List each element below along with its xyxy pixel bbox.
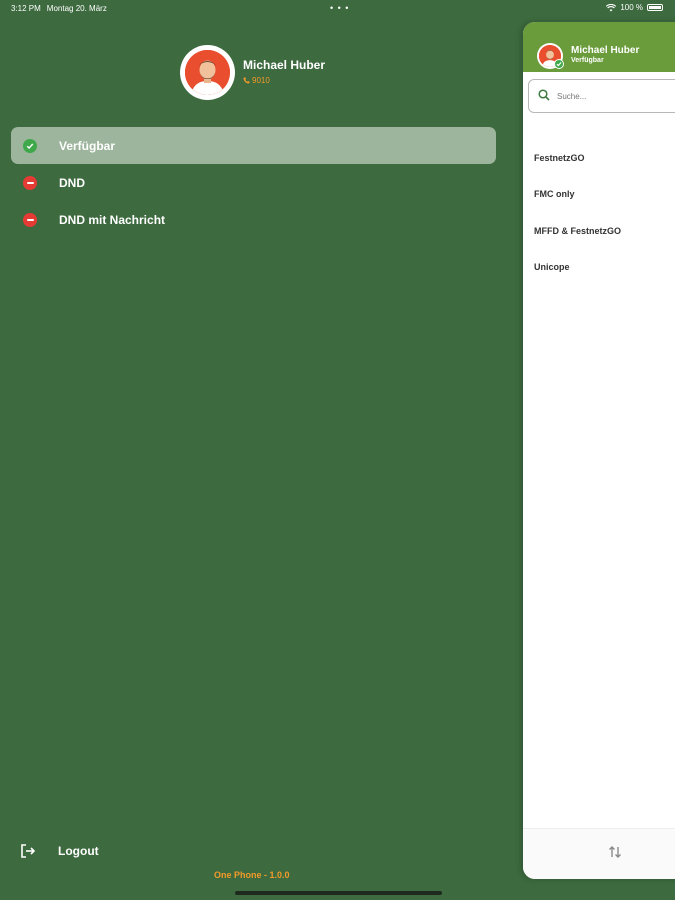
wifi-icon (606, 3, 617, 11)
logout-button[interactable]: Logout (20, 842, 99, 860)
status-time: 3:12 PM (11, 4, 41, 13)
list-item[interactable]: MFFD & FestnetzGO (534, 226, 621, 236)
list-item[interactable]: FMC only (534, 189, 575, 199)
avatar-illustration (185, 50, 230, 95)
minus-circle-icon (23, 212, 37, 227)
status-bar: 3:12 PM Montag 20. März • • • 100 % (0, 0, 675, 18)
search-input[interactable] (557, 88, 675, 104)
multitask-dots[interactable]: • • • (330, 3, 349, 13)
status-option-label: Verfügbar (59, 138, 116, 153)
home-indicator[interactable] (235, 891, 442, 895)
status-option-dnd[interactable]: DND (11, 164, 496, 201)
panel-user-name: Michael Huber (571, 45, 640, 56)
status-bar-right: 100 % (606, 3, 663, 12)
panel-footer (523, 828, 675, 879)
check-circle-icon (23, 138, 37, 153)
app-version: One Phone - 1.0.0 (214, 870, 290, 880)
battery-icon (647, 4, 663, 11)
status-option-label: DND mit Nachricht (59, 212, 166, 227)
sort-icon[interactable] (608, 845, 622, 859)
status-bar-left: 3:12 PM Montag 20. März (11, 4, 107, 13)
profile-name: Michael Huber (243, 58, 326, 72)
phone-icon (243, 77, 250, 84)
extension-number: 9010 (252, 76, 270, 85)
list-item[interactable]: Unicope (534, 262, 570, 272)
logout-label: Logout (58, 844, 99, 858)
search-box[interactable] (528, 79, 675, 113)
search-icon (538, 89, 550, 101)
status-option-label: DND (59, 175, 85, 190)
battery-percentage: 100 % (620, 3, 643, 12)
panel-header: Michael Huber Verfügbar (523, 22, 675, 72)
panel-avatar[interactable] (537, 43, 564, 69)
person-avatar-icon (185, 50, 230, 95)
status-option-dnd-mit-nachricht[interactable]: DND mit Nachricht (11, 201, 496, 238)
minus-circle-icon (23, 175, 37, 190)
status-option-verfuegbar[interactable]: Verfügbar (11, 127, 496, 164)
side-panel: Michael Huber Verfügbar FestnetzGO FMC o… (523, 22, 675, 879)
profile-extension: 9010 (243, 76, 270, 85)
status-date: Montag 20. März (46, 4, 107, 13)
list-item[interactable]: FestnetzGO (534, 153, 585, 163)
profile-avatar[interactable] (180, 45, 235, 100)
panel-user-status: Verfügbar (571, 57, 604, 64)
available-badge-icon (554, 59, 564, 69)
logout-icon (21, 844, 36, 858)
